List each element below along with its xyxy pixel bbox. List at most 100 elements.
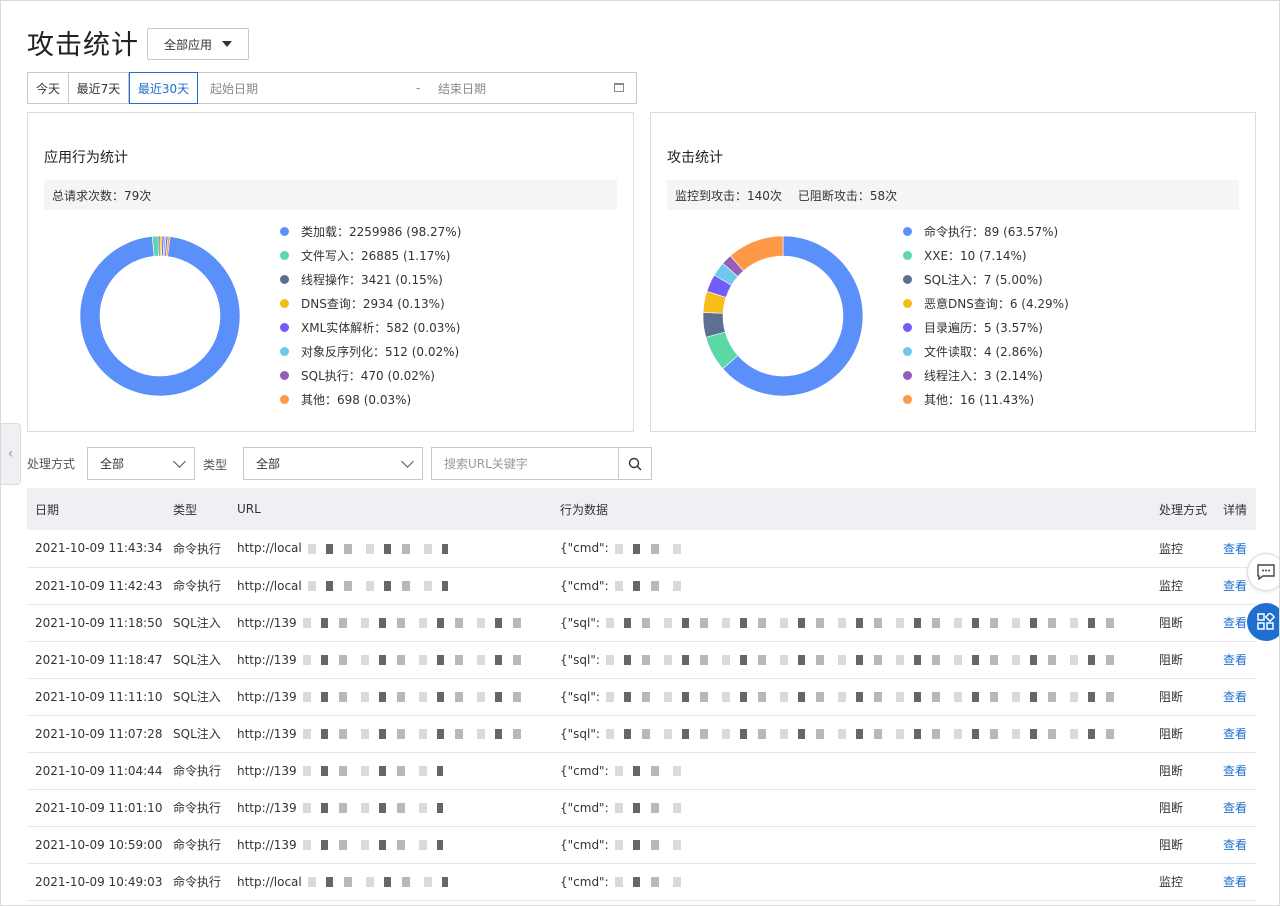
legend-label: XML实体解析：582 (0.03%) [301,320,461,335]
legend-dot-icon [280,394,289,404]
header-detail: 详情 [1215,488,1256,530]
attack-legend-item[interactable]: 目录遍历：5 (3.57%) [903,315,1069,339]
legend-label: DNS查询：2934 (0.13%) [301,296,445,311]
row-url: http://local [229,530,552,568]
method-filter-select[interactable]: 全部 [87,447,195,480]
view-detail-link[interactable]: 查看 [1223,875,1247,889]
attack-legend-item[interactable]: XXE：10 (7.14%) [903,243,1069,267]
legend-dot-icon [903,274,912,284]
legend-label: XXE：10 (7.14%) [924,248,1027,263]
app-select[interactable]: 全部应用 [147,28,249,60]
method-filter-value: 全部 [100,457,125,471]
row-detail: 查看 [1215,715,1256,753]
legend-label: 线程操作：3421 (0.15%) [301,272,443,287]
row-behavior-data: {"cmd": [552,567,1151,605]
app-select-value: 全部应用 [164,37,213,52]
legend-label: 其他：698 (0.03%) [301,392,412,407]
row-date: 2021-10-09 10:59:00 [27,826,165,864]
attack-summary: 监控到攻击：140次 已阻断攻击：58次 [667,180,1239,210]
chevron-left-icon: ‹ [7,446,14,462]
range-30days-button[interactable]: 最近30天 [129,72,198,104]
row-action: 监控 [1151,567,1215,605]
attack-legend-item[interactable]: 恶意DNS查询：6 (4.29%) [903,291,1069,315]
row-behavior-data: {"cmd": [552,863,1151,901]
header-type: 类型 [165,488,229,530]
view-detail-link[interactable]: 查看 [1223,838,1247,852]
behavior-summary: 总请求次数：79次 [44,180,617,210]
table-row: 2021-10-09 11:11:10 SQL注入 http://139 {"sql"… [27,678,1256,716]
attack-legend-item[interactable]: 文件读取：4 (2.86%) [903,339,1069,363]
date-separator: - [416,81,421,95]
redacted-data [605,729,1126,739]
row-type: SQL注入 [165,641,229,679]
behavior-legend-item[interactable]: 其他：698 (0.03%) [280,387,461,411]
legend-label: SQL注入：7 (5.00%) [924,272,1043,287]
type-filter-value: 全部 [256,457,281,471]
table-row: 2021-10-09 11:18:50 SQL注入 http://139 {"sql"… [27,604,1256,642]
calendar-icon[interactable] [614,83,624,92]
redacted-data [605,618,1126,628]
attack-stats-card: 攻击统计 监控到攻击：140次 已阻断攻击：58次 命令执行：89 (63.57… [650,112,1256,432]
view-detail-link[interactable]: 查看 [1223,653,1247,667]
behavior-donut-slice[interactable] [79,235,241,397]
row-type: 命令执行 [165,530,229,568]
legend-dot-icon [280,370,289,380]
behavior-legend-item[interactable]: 类加载：2259986 (98.27%) [280,219,461,243]
range-7days-button[interactable]: 最近7天 [69,73,129,103]
behavior-legend-item[interactable]: XML实体解析：582 (0.03%) [280,315,461,339]
row-date: 2021-10-09 11:07:28 [27,715,165,753]
redacted-data [614,581,685,591]
behavior-legend-item[interactable]: DNS查询：2934 (0.13%) [280,291,461,315]
type-filter-select[interactable]: 全部 [243,447,423,480]
collapse-sidebar-handle[interactable]: ‹ [1,423,21,485]
row-detail: 查看 [1215,826,1256,864]
feedback-button[interactable] [1247,553,1279,591]
legend-label: 类加载：2259986 (98.27%) [301,224,462,239]
view-detail-link[interactable]: 查看 [1223,616,1247,630]
view-detail-link[interactable]: 查看 [1223,764,1247,778]
legend-label: 恶意DNS查询：6 (4.29%) [924,296,1069,311]
view-detail-link[interactable]: 查看 [1223,727,1247,741]
row-data-text: {"cmd": [560,837,609,852]
url-search-box[interactable]: 搜索URL关键字 [431,447,652,480]
end-date-input[interactable]: 结束日期 [438,80,608,97]
row-url-text: http://139 [237,800,297,815]
apps-button[interactable] [1247,603,1279,641]
behavior-legend-item[interactable]: 文件写入：26885 (1.17%) [280,243,461,267]
row-behavior-data: {"sql": [552,678,1151,716]
row-type: SQL注入 [165,715,229,753]
start-date-input[interactable]: 起始日期 [210,80,416,97]
view-detail-link[interactable]: 查看 [1223,579,1247,593]
attack-legend-item[interactable]: SQL注入：7 (5.00%) [903,267,1069,291]
behavior-legend-item[interactable]: 线程操作：3421 (0.15%) [280,267,461,291]
row-data-text: {"sql": [560,689,600,704]
row-behavior-data: {"sql": [552,641,1151,679]
behavior-card-title: 应用行为统计 [44,150,128,166]
search-input[interactable]: 搜索URL关键字 [432,455,618,472]
view-detail-link[interactable]: 查看 [1223,690,1247,704]
search-button[interactable] [618,448,651,479]
row-type: 命令执行 [165,789,229,827]
row-action: 阻断 [1151,604,1215,642]
row-url-text: http://139 [237,726,297,741]
row-detail: 查看 [1215,641,1256,679]
behavior-legend-item[interactable]: SQL执行：470 (0.02%) [280,363,461,387]
row-action: 阻断 [1151,752,1215,790]
table-row: 2021-10-09 11:04:44 命令执行 http://139 {"cmd":… [27,752,1256,790]
attack-legend-item[interactable]: 命令执行：89 (63.57%) [903,219,1069,243]
row-date: 2021-10-09 11:18:50 [27,604,165,642]
row-behavior-data: {"cmd": [552,826,1151,864]
legend-dot-icon [903,346,912,356]
range-today-button[interactable]: 今天 [28,73,69,103]
row-url: http://139 [229,789,552,827]
view-detail-link[interactable]: 查看 [1223,801,1247,815]
date-range-bar: 今天 最近7天 最近30天 起始日期 - 结束日期 [27,72,637,104]
row-date: 2021-10-09 11:42:43 [27,567,165,605]
attack-legend-item[interactable]: 其他：16 (11.43%) [903,387,1069,411]
behavior-legend-item[interactable]: 对象反序列化：512 (0.02%) [280,339,461,363]
view-detail-link[interactable]: 查看 [1223,542,1247,556]
row-detail: 查看 [1215,678,1256,716]
attack-legend-item[interactable]: 线程注入：3 (2.14%) [903,363,1069,387]
redacted-data [605,655,1126,665]
row-action: 阻断 [1151,715,1215,753]
